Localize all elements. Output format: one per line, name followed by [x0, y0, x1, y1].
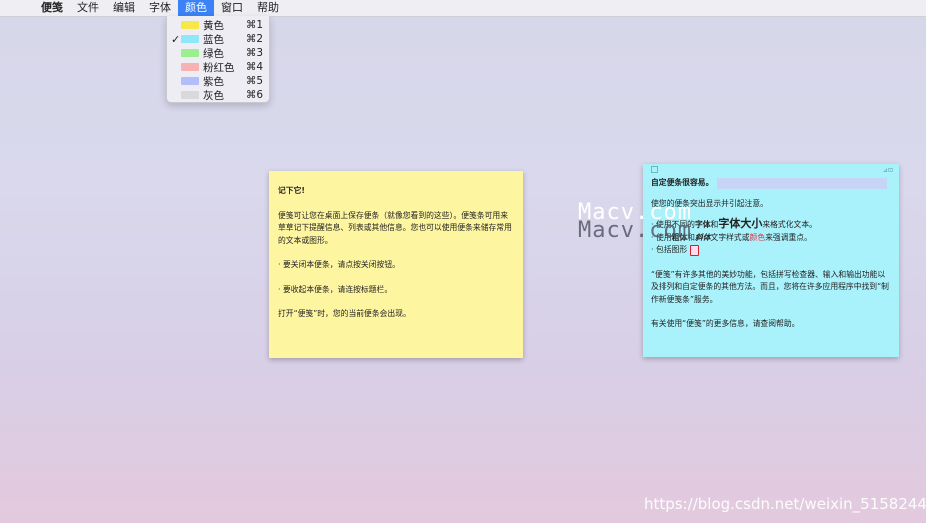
color-swatch — [181, 63, 199, 71]
note-title-bar[interactable]: ⊿⊡ — [643, 164, 899, 174]
text-run: 文字样式或 — [710, 232, 750, 242]
color-swatch — [181, 21, 199, 29]
color-label: 紫色 — [203, 75, 224, 88]
note-paragraph: 便笺可让您在桌面上保存便条（就像您看到的这些）。便笺条可用来草草记下提醒信息、列… — [278, 210, 512, 245]
text-run: 字体 — [694, 220, 711, 229]
note-paragraph: · 要收起本便条，请连按标题栏。 — [278, 284, 393, 294]
color-menu-item-green[interactable]: 绿色 ⌘3 — [167, 46, 269, 60]
menu-file[interactable]: 文件 — [70, 0, 106, 16]
color-label: 蓝色 — [203, 33, 224, 46]
text-selection-highlight — [717, 177, 888, 189]
resize-icon[interactable]: ⊿⊡ — [883, 165, 893, 178]
color-swatch — [181, 35, 199, 43]
color-menu-item-pink[interactable]: 粉红色 ⌘4 — [167, 60, 269, 74]
color-swatch — [181, 49, 199, 57]
shortcut-label: ⌘1 — [245, 19, 263, 31]
color-menu-item-yellow[interactable]: 黄色 ⌘1 — [167, 18, 269, 32]
shortcut-label: ⌘4 — [245, 61, 263, 73]
color-swatch — [181, 77, 199, 85]
graphic-icon — [689, 244, 699, 256]
color-label: 灰色 — [203, 89, 224, 102]
text-run: 字体大小 — [718, 217, 763, 230]
menu-window[interactable]: 窗口 — [214, 0, 250, 16]
color-menu-item-gray[interactable]: 灰色 ⌘6 — [167, 88, 269, 102]
close-icon[interactable] — [651, 166, 658, 173]
menu-color[interactable]: 颜色 — [178, 0, 214, 16]
shortcut-label: ⌘5 — [245, 75, 263, 87]
note-paragraph: 有关使用“便笺”的更多信息，请查阅帮助。 — [651, 319, 800, 328]
text-run: 斜体 — [694, 232, 711, 242]
color-menu-dropdown: 黄色 ⌘1 ✓ 蓝色 ⌘2 绿色 ⌘3 粉红色 ⌘4 紫色 ⌘5 灰色 ⌘6 — [166, 16, 270, 103]
note-paragraph: · 要关闭本便条，请点按关闭按钮。 — [278, 260, 400, 269]
color-label: 粉红色 — [203, 61, 235, 74]
checkmark-icon: ✓ — [171, 32, 181, 46]
color-swatch — [181, 91, 199, 99]
menu-font[interactable]: 字体 — [142, 0, 178, 16]
text-run: 来格式化文本。 — [762, 220, 817, 229]
color-label: 绿色 — [203, 47, 224, 60]
color-label: 黄色 — [203, 19, 224, 32]
text-run: · 包括图形 — [651, 245, 688, 254]
note-title: 记下它! — [278, 186, 305, 195]
menu-stickies[interactable]: 便笺 — [34, 0, 70, 16]
watermark-url: https://blog.csdn.net/weixin_51582445 — [644, 495, 926, 513]
menu-bar: 便笺 文件 编辑 字体 颜色 窗口 帮助 — [0, 0, 926, 17]
sticky-note-blue[interactable]: ⊿⊡ 自定便条很容易。 使您的便条突出显示并引起注意。 · 使用不同的字体和字体… — [643, 164, 899, 357]
note-paragraph: “便笺”有许多其他的美妙功能，包括拼写检查器、输入和输出功能以及排列和自定便条的… — [651, 269, 889, 304]
text-run: 颜色 — [749, 232, 766, 242]
menu-help[interactable]: 帮助 — [250, 0, 286, 16]
sticky-note-yellow[interactable]: 记下它! 便笺可让您在桌面上保存便条（就像您看到的这些）。便笺条可用来草草记下提… — [269, 171, 523, 358]
watermark-macv-shadow: Macv.com — [578, 218, 692, 243]
shortcut-label: ⌘6 — [245, 89, 263, 101]
note-title: 自定便条很容易。 — [651, 178, 714, 187]
note-line: · 包括图形 — [651, 244, 891, 257]
text-run: 来强调重点。 — [765, 232, 812, 242]
menu-edit[interactable]: 编辑 — [106, 0, 142, 16]
color-menu-item-purple[interactable]: 紫色 ⌘5 — [167, 74, 269, 88]
shortcut-label: ⌘3 — [245, 47, 263, 59]
shortcut-label: ⌘2 — [245, 33, 263, 45]
note-paragraph: 打开“便笺”时，您的当前便条会出现。 — [278, 309, 411, 318]
color-menu-item-blue[interactable]: ✓ 蓝色 ⌘2 — [167, 32, 269, 46]
